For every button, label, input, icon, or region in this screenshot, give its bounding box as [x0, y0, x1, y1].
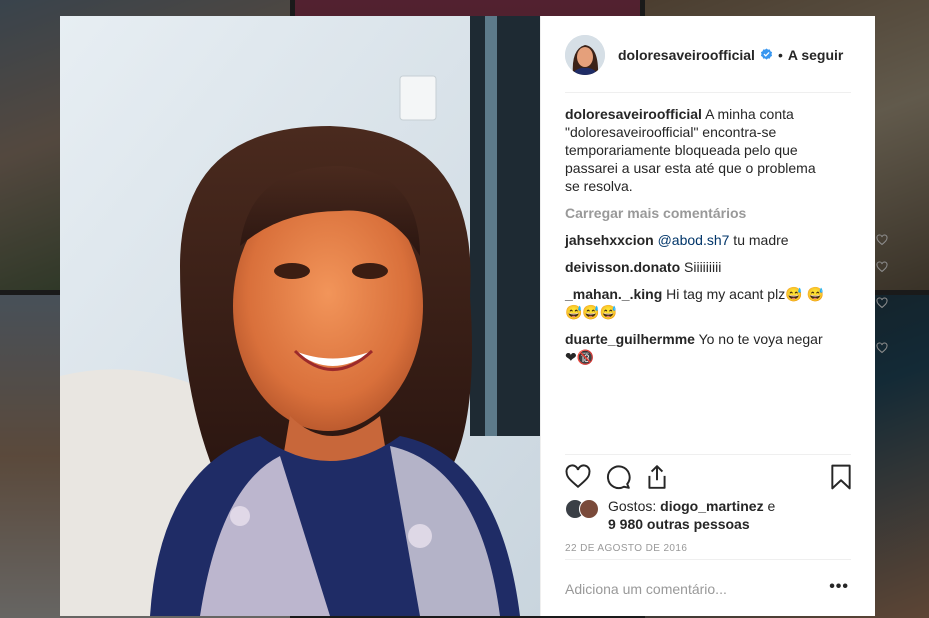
- follow-button[interactable]: A seguir: [788, 47, 844, 63]
- comment-like-heart-icon[interactable]: [876, 261, 888, 273]
- likes-user[interactable]: diogo_martinez: [660, 498, 763, 514]
- comment-username[interactable]: jahsehxxcion: [565, 232, 654, 248]
- comment-username[interactable]: _mahan._.king: [565, 286, 662, 302]
- post-modal: doloresaveiroofficial • A seguir dolores…: [60, 16, 888, 616]
- comment-like-heart-icon[interactable]: [876, 342, 888, 354]
- bookmark-icon[interactable]: [828, 464, 854, 490]
- comment-like-heart-icon[interactable]: [876, 234, 888, 246]
- post-username[interactable]: doloresaveiroofficial: [618, 47, 755, 63]
- share-icon[interactable]: [644, 464, 670, 490]
- likes-summary: Gostos: diogo_martinez e 9 980 outras pe…: [565, 497, 775, 533]
- add-comment-input[interactable]: Adiciona um comentário...: [565, 581, 727, 597]
- comment-icon[interactable]: [605, 464, 631, 490]
- post-caption: doloresaveiroofficial A minha conta "dol…: [565, 105, 833, 195]
- separator-dot: •: [777, 46, 783, 63]
- comment-mention[interactable]: @abod.sh7: [658, 232, 730, 248]
- header-divider: [565, 92, 851, 93]
- post-date[interactable]: 22 DE AGOSTO DE 2016: [565, 543, 687, 554]
- comment-item: deivisson.donato Siiiiiiiii: [565, 258, 888, 276]
- likes-text: Gostos: diogo_martinez e 9 980 outras pe…: [608, 497, 775, 533]
- comments-list: doloresaveiroofficial A minha conta "dol…: [565, 105, 888, 366]
- comment-username[interactable]: deivisson.donato: [565, 259, 680, 275]
- liker-avatar: [579, 499, 599, 519]
- comment-item: duarte_guilhermme Yo no te voya negar❤🔞: [565, 330, 888, 366]
- caption-username[interactable]: doloresaveiroofficial: [565, 106, 702, 122]
- avatar-image: [565, 34, 605, 75]
- liker-avatars[interactable]: [565, 499, 601, 521]
- likes-count[interactable]: 9 980 outras pessoas: [608, 516, 750, 532]
- comment-item: _mahan._.king Hi tag my acant plz😅 😅😅😅😅: [565, 285, 888, 321]
- comment-item: jahsehxxcion @abod.sh7 tu madre: [565, 231, 888, 249]
- avatar[interactable]: [565, 34, 605, 75]
- more-options-icon[interactable]: •••: [829, 579, 849, 595]
- comment-username[interactable]: duarte_guilhermme: [565, 331, 695, 347]
- comment-text: Siiiiiiiii: [684, 259, 722, 275]
- post-header: doloresaveiroofficial • A seguir: [541, 16, 876, 93]
- post-side-panel: doloresaveiroofficial • A seguir dolores…: [540, 16, 888, 616]
- likes-prefix: Gostos:: [608, 498, 657, 514]
- likes-and: e: [767, 498, 776, 514]
- verified-badge-icon: [760, 48, 773, 60]
- add-comment-divider: [565, 559, 851, 560]
- comment-like-heart-icon[interactable]: [876, 297, 888, 309]
- post-actions-bar: [565, 464, 852, 492]
- post-photo: [60, 16, 540, 616]
- actions-divider: [565, 454, 851, 455]
- heart-icon[interactable]: [565, 464, 591, 490]
- comment-text: tu madre: [729, 232, 789, 248]
- load-more-comments-button[interactable]: Carregar mais comentários: [565, 204, 833, 222]
- portrait-image: [60, 16, 540, 616]
